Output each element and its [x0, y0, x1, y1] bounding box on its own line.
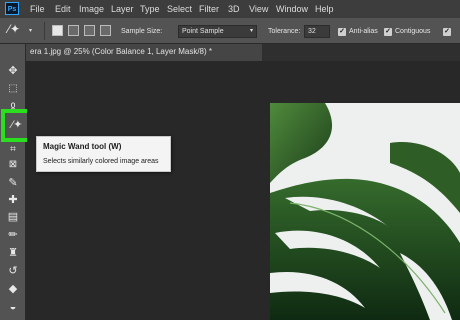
menu-filter[interactable]: Filter [199, 2, 219, 16]
patch-tool-icon[interactable]: ▤ [6, 210, 20, 224]
menu-help[interactable]: Help [315, 2, 334, 16]
crop-tool-icon[interactable]: ⌗ [6, 143, 20, 157]
chevron-down-icon: ▾ [249, 28, 253, 34]
marquee-tool-icon[interactable]: ⬚ [6, 82, 20, 96]
menu-edit[interactable]: Edit [55, 2, 71, 16]
tooltip-description: Selects similarly colored image areas [43, 158, 159, 165]
history-brush-tool-icon[interactable]: ↺ [6, 264, 20, 278]
sample-size-value: Point Sample [182, 28, 224, 35]
move-tool-icon[interactable]: ✥ [6, 64, 20, 78]
contiguous-checkbox[interactable]: ✓ [384, 28, 392, 36]
brush-tool-icon[interactable]: ✏ [6, 228, 20, 242]
clone-stamp-tool-icon[interactable]: ♜ [6, 246, 20, 260]
sample-all-layers-checkbox[interactable]: ✓ [443, 28, 451, 36]
menu-type[interactable]: Type [140, 2, 160, 16]
sample-size-select[interactable]: Point Sample ▾ [178, 25, 257, 38]
anti-alias-checkbox[interactable]: ✓ [338, 28, 346, 36]
eyedropper-tool-icon[interactable]: ✎ [6, 176, 20, 190]
menu-3d[interactable]: 3D [228, 2, 240, 16]
contiguous-label: Contiguous [395, 28, 431, 35]
menu-layer[interactable]: Layer [111, 2, 134, 16]
subtract-from-selection-icon[interactable] [84, 25, 95, 36]
healing-brush-tool-icon[interactable]: ✚ [6, 193, 20, 207]
menu-view[interactable]: View [249, 2, 268, 16]
tolerance-label: Tolerance: [268, 28, 301, 35]
magic-wand-tool-icon[interactable]: ⁄✦ [10, 118, 24, 132]
anti-alias-label: Anti-alias [349, 28, 378, 35]
eraser-tool-icon[interactable]: ◆ [6, 282, 20, 296]
magic-wand-preset-icon[interactable]: ⁄✦ [8, 22, 20, 36]
intersect-selection-icon[interactable] [100, 25, 111, 36]
menu-window[interactable]: Window [276, 2, 308, 16]
chevron-down-icon[interactable]: ▾ [29, 27, 32, 34]
menu-image[interactable]: Image [79, 2, 104, 16]
tooltip-title: Magic Wand tool (W) [43, 142, 122, 151]
document-tab-title: era 1.jpg @ 25% (Color Balance 1, Layer … [30, 47, 212, 56]
new-selection-icon[interactable] [52, 25, 63, 36]
document-image[interactable] [270, 103, 460, 320]
tolerance-input[interactable]: 32 [304, 25, 330, 38]
sample-size-label: Sample Size: [121, 28, 163, 35]
menu-file[interactable]: File [30, 2, 45, 16]
add-to-selection-icon[interactable] [68, 25, 79, 36]
divider [44, 22, 45, 40]
menu-select[interactable]: Select [167, 2, 192, 16]
photoshop-logo[interactable]: Ps [5, 2, 19, 15]
monstera-leaf-image [270, 103, 460, 320]
paint-bucket-tool-icon[interactable]: ◒ [6, 300, 20, 314]
frame-tool-icon[interactable]: ⊠ [6, 158, 20, 172]
